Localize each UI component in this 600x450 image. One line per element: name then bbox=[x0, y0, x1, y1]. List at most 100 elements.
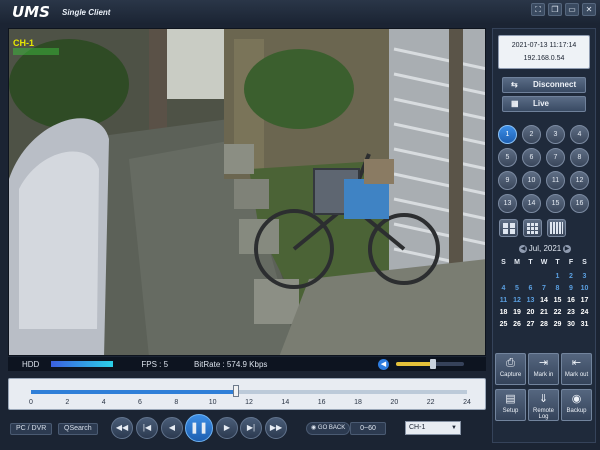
disconnect-button[interactable]: ⇆ Disconnect bbox=[502, 77, 586, 93]
channel-button-13[interactable]: 13 bbox=[498, 194, 517, 213]
timeline-tick: 10 bbox=[208, 399, 217, 406]
volume-icon[interactable]: ◀ bbox=[378, 359, 389, 370]
calendar-day[interactable]: 29 bbox=[551, 321, 564, 328]
calendar-prev-icon[interactable]: ◀ bbox=[519, 245, 527, 253]
calendar-day[interactable]: 13 bbox=[524, 297, 537, 304]
calendar-day[interactable]: 24 bbox=[578, 309, 591, 316]
mark-out-label: Mark out bbox=[564, 372, 589, 378]
calendar-day[interactable]: 12 bbox=[511, 297, 524, 304]
calendar-day[interactable]: 28 bbox=[538, 321, 551, 328]
channel-button-7[interactable]: 7 bbox=[546, 148, 565, 167]
calendar-day[interactable]: 3 bbox=[578, 273, 591, 280]
calendar-day[interactable]: 26 bbox=[511, 321, 524, 328]
go-back-button[interactable]: ◉ GO BACK bbox=[306, 422, 351, 435]
range-button[interactable]: 0~60 bbox=[350, 422, 386, 435]
pause-icon[interactable]: ❚❚ bbox=[185, 414, 213, 442]
setup-button[interactable]: ▤ Setup bbox=[495, 389, 526, 421]
skip-forward-icon[interactable]: ▶| bbox=[240, 417, 262, 439]
backup-icon: ◉ bbox=[571, 393, 582, 405]
timeline[interactable]: 0 2 4 6 8 10 12 14 16 18 20 22 24 bbox=[8, 378, 486, 410]
channel-button-12[interactable]: 12 bbox=[570, 171, 589, 190]
channel-button-5[interactable]: 5 bbox=[498, 148, 517, 167]
channel-button-10[interactable]: 10 bbox=[522, 171, 541, 190]
channel-button-15[interactable]: 15 bbox=[546, 194, 565, 213]
calendar-day[interactable]: 5 bbox=[511, 285, 524, 292]
timeline-tick: 8 bbox=[174, 399, 179, 406]
channel-button-9[interactable]: 9 bbox=[498, 171, 517, 190]
calendar-day[interactable]: 22 bbox=[551, 309, 564, 316]
layout-4x4-icon[interactable] bbox=[547, 219, 566, 237]
calendar-day[interactable]: 6 bbox=[524, 285, 537, 292]
fast-forward-icon[interactable]: ▶▶ bbox=[265, 417, 287, 439]
pc-dvr-button[interactable]: PC / DVR bbox=[10, 423, 53, 435]
calendar-day[interactable]: 2 bbox=[565, 273, 578, 280]
channel-select[interactable]: CH-1 ▼ bbox=[405, 421, 461, 435]
channel-button-16[interactable]: 16 bbox=[570, 194, 589, 213]
live-icon: ▦ bbox=[511, 99, 519, 108]
fullscreen-icon[interactable]: ⛶ bbox=[531, 3, 545, 16]
channel-button-8[interactable]: 8 bbox=[570, 148, 589, 167]
calendar-day[interactable]: 30 bbox=[565, 321, 578, 328]
backup-button[interactable]: ◉ Backup bbox=[561, 389, 592, 421]
calendar-day[interactable]: 25 bbox=[497, 321, 510, 328]
calendar-day[interactable]: 19 bbox=[511, 309, 524, 316]
qsearch-button[interactable]: QSearch bbox=[58, 423, 98, 435]
calendar-day[interactable]: 27 bbox=[524, 321, 537, 328]
window-controls: ⛶ ❐ ▭ ✕ bbox=[531, 3, 596, 16]
timeline-playhead[interactable] bbox=[233, 385, 240, 397]
channel-overlay-text bbox=[13, 48, 59, 55]
calendar-day[interactable]: 8 bbox=[551, 285, 564, 292]
calendar-day[interactable]: 31 bbox=[578, 321, 591, 328]
calendar-day[interactable]: 20 bbox=[524, 309, 537, 316]
calendar-weekday: T bbox=[555, 259, 560, 266]
timeline-tick: 4 bbox=[101, 399, 106, 406]
skip-back-icon[interactable]: |◀ bbox=[136, 417, 158, 439]
calendar-next-icon[interactable]: ▶ bbox=[563, 245, 571, 253]
mark-in-button[interactable]: ⇥ Mark in bbox=[528, 353, 559, 385]
channel-button-4[interactable]: 4 bbox=[570, 125, 589, 144]
calendar-day[interactable]: 15 bbox=[551, 297, 564, 304]
go-back-label: GO BACK bbox=[317, 425, 346, 431]
range-label: 0~60 bbox=[360, 425, 376, 432]
calendar-header: ◀ Jul, 2021 ▶ bbox=[497, 243, 593, 255]
maximize-icon[interactable]: ▭ bbox=[565, 3, 579, 16]
step-forward-icon[interactable]: ▶ bbox=[216, 417, 238, 439]
timeline-track[interactable] bbox=[31, 385, 467, 397]
ip-address-text: 192.168.0.54 bbox=[523, 55, 565, 62]
close-icon[interactable]: ✕ bbox=[582, 3, 596, 16]
calendar-day[interactable]: 11 bbox=[497, 297, 510, 304]
layout-3x3-icon[interactable] bbox=[523, 219, 542, 237]
disconnect-label: Disconnect bbox=[533, 80, 577, 89]
calendar-day[interactable]: 17 bbox=[578, 297, 591, 304]
timeline-recorded bbox=[31, 390, 237, 394]
channel-button-3[interactable]: 3 bbox=[546, 125, 565, 144]
calendar-day[interactable]: 18 bbox=[497, 309, 510, 316]
calendar-day[interactable]: 16 bbox=[565, 297, 578, 304]
calendar-day[interactable]: 10 bbox=[578, 285, 591, 292]
calendar-day[interactable]: 14 bbox=[538, 297, 551, 304]
channel-button-11[interactable]: 11 bbox=[546, 171, 565, 190]
timeline-tick: 12 bbox=[245, 399, 253, 406]
setup-icon: ▤ bbox=[505, 393, 516, 405]
capture-button[interactable]: ⎙ Capture bbox=[495, 353, 526, 385]
volume-knob[interactable] bbox=[430, 359, 437, 369]
live-button[interactable]: ▦ Live bbox=[502, 96, 586, 112]
video-view[interactable]: CH-1 bbox=[8, 28, 486, 356]
channel-button-14[interactable]: 14 bbox=[522, 194, 541, 213]
calendar-day[interactable]: 9 bbox=[565, 285, 578, 292]
channel-button-6[interactable]: 6 bbox=[522, 148, 541, 167]
channel-button-1[interactable]: 1 bbox=[498, 125, 517, 144]
restore-icon[interactable]: ❐ bbox=[548, 3, 562, 16]
calendar-day[interactable]: 7 bbox=[538, 285, 551, 292]
calendar-day[interactable]: 4 bbox=[497, 285, 510, 292]
remote-log-button[interactable]: ⇓ Remote Log bbox=[528, 389, 559, 421]
step-back-icon[interactable]: ◀ bbox=[161, 417, 183, 439]
volume-slider[interactable] bbox=[396, 359, 464, 369]
calendar-day[interactable]: 1 bbox=[551, 273, 564, 280]
calendar-day[interactable]: 23 bbox=[565, 309, 578, 316]
mark-out-button[interactable]: ⇤ Mark out bbox=[561, 353, 592, 385]
calendar-day[interactable]: 21 bbox=[538, 309, 551, 316]
channel-button-2[interactable]: 2 bbox=[522, 125, 541, 144]
fast-rewind-icon[interactable]: ◀◀ bbox=[111, 417, 133, 439]
layout-2x2-icon[interactable] bbox=[499, 219, 518, 237]
